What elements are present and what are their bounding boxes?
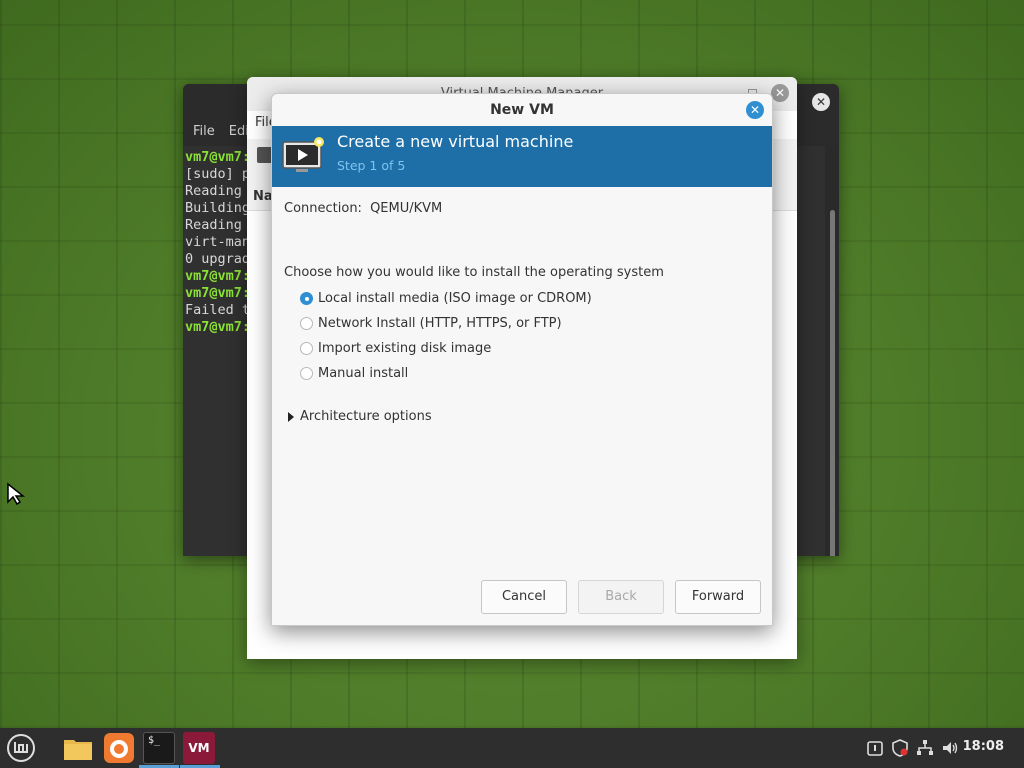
terminal-scrollbar[interactable]	[825, 146, 839, 556]
banner-title: Create a new virtual machine	[337, 132, 574, 151]
terminal-close-button[interactable]: ✕	[812, 93, 830, 111]
connection-value: QEMU/KVM	[370, 201, 443, 216]
vmm-close-button[interactable]: ✕	[771, 84, 789, 102]
expander-arrow-icon[interactable]	[288, 411, 294, 422]
vmm-column-header-name[interactable]: Na	[253, 189, 273, 204]
shield-icon[interactable]	[891, 739, 909, 757]
connection-row: Connection: QEMU/KVM	[284, 201, 442, 216]
dialog-body: Connection: QEMU/KVM Choose how you woul…	[272, 187, 772, 625]
update-manager-icon[interactable]	[866, 739, 884, 757]
terminal-text: 0 upgrad	[185, 251, 251, 267]
connection-label: Connection:	[284, 201, 362, 216]
taskbar: $_ VM 18:08	[0, 728, 1024, 768]
terminal-text: [sudo] p	[185, 166, 251, 182]
firefox-icon[interactable]	[103, 732, 135, 764]
terminal-text: Reading	[185, 183, 251, 199]
terminal-prompt: vm7@vm7:	[185, 285, 251, 301]
network-icon[interactable]	[916, 739, 934, 757]
dialog-close-button[interactable]: ✕	[746, 101, 764, 119]
expander-label[interactable]: Architecture options	[300, 409, 432, 424]
terminal-text: Failed t	[185, 302, 251, 318]
terminal-prompt: vm7@vm7:	[185, 268, 251, 284]
radio-import-disk[interactable]: Import existing disk image	[300, 341, 491, 356]
radio-button[interactable]	[300, 292, 313, 305]
terminal-prompt: vm7@vm7:	[185, 319, 251, 335]
radio-label[interactable]: Import existing disk image	[318, 341, 491, 356]
radio-manual-install[interactable]: Manual install	[300, 366, 408, 381]
radio-label[interactable]: Network Install (HTTP, HTTPS, or FTP)	[318, 316, 562, 331]
radio-label[interactable]: Manual install	[318, 366, 408, 381]
radio-label[interactable]: Local install media (ISO image or CDROM)	[318, 291, 592, 306]
dialog-banner: Create a new virtual machine Step 1 of 5	[272, 126, 772, 187]
forward-button[interactable]: Forward	[675, 580, 761, 614]
new-vm-monitor-icon	[282, 137, 324, 172]
radio-network-install[interactable]: Network Install (HTTP, HTTPS, or FTP)	[300, 316, 562, 331]
banner-step: Step 1 of 5	[337, 158, 406, 173]
terminal-prompt: vm7@vm7:	[185, 149, 251, 165]
install-method-prompt: Choose how you would like to install the…	[284, 265, 664, 280]
radio-button[interactable]	[300, 342, 313, 355]
radio-button[interactable]	[300, 367, 313, 380]
virt-manager-icon[interactable]: VM	[183, 732, 215, 764]
architecture-options-expander[interactable]: Architecture options	[288, 409, 432, 424]
back-button[interactable]: Back	[578, 580, 664, 614]
mouse-cursor-icon	[7, 482, 26, 506]
terminal-icon[interactable]: $_	[143, 732, 175, 764]
terminal-text: virt-man	[185, 234, 251, 250]
terminal-menu-edit[interactable]: Edi	[229, 124, 249, 140]
radio-button[interactable]	[300, 317, 313, 330]
radio-local-install[interactable]: Local install media (ISO image or CDROM)	[300, 291, 592, 306]
terminal-text: Reading	[185, 217, 251, 233]
terminal-text: Building	[185, 200, 251, 216]
new-vm-dialog[interactable]: New VM ✕ Create a new virtual machine St…	[271, 93, 773, 626]
terminal-scrollbar-thumb[interactable]	[830, 210, 835, 556]
volume-icon[interactable]	[941, 739, 959, 757]
cancel-button[interactable]: Cancel	[481, 580, 567, 614]
terminal-menu-file[interactable]: File	[193, 124, 215, 140]
files-icon[interactable]	[62, 732, 94, 764]
clock[interactable]: 18:08	[963, 739, 1004, 754]
menu-icon[interactable]	[5, 732, 37, 764]
dialog-title[interactable]: New VM	[272, 94, 772, 126]
